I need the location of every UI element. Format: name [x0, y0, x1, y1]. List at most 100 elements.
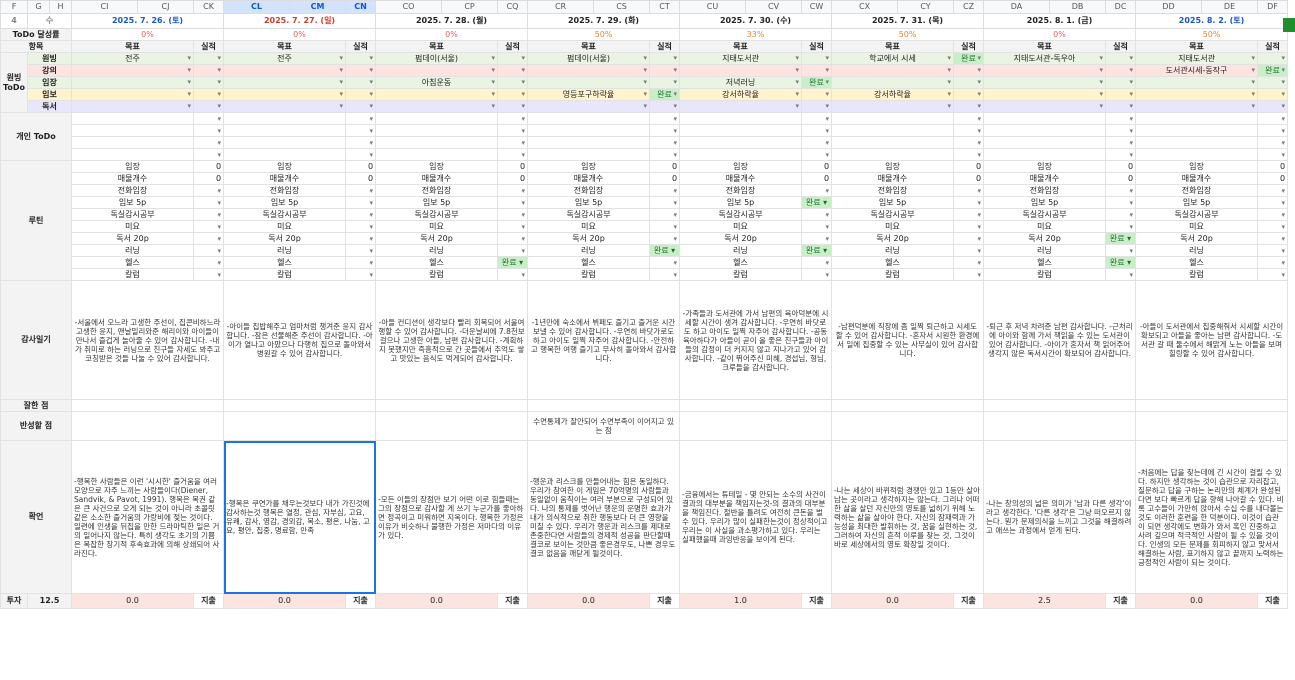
personal-goal-cell[interactable] — [375, 124, 499, 137]
result-dropdown[interactable]: ▾ — [193, 100, 225, 113]
invest-amount[interactable]: 0.0 — [375, 593, 499, 609]
personal-goal-cell[interactable] — [375, 112, 499, 125]
chevron-down-icon[interactable]: ▾ — [826, 54, 830, 64]
personal-goal-cell[interactable] — [983, 148, 1107, 161]
routine-result-dropdown[interactable]: ▾ — [497, 232, 529, 245]
column-letter[interactable]: CJ — [137, 0, 195, 14]
column-letter[interactable]: DC — [1105, 0, 1137, 14]
goal-dropdown[interactable]: ▾ — [831, 100, 955, 113]
affirmation-entry[interactable]: -모든 이들의 장점만 보기 어떤 이로 힘들때는 그의 장점으로 감사할 게 … — [375, 440, 529, 594]
column-letter[interactable]: CO — [375, 0, 443, 14]
chevron-down-icon[interactable]: ▾ — [796, 78, 800, 88]
chevron-down-icon[interactable]: ▾ — [826, 90, 830, 100]
personal-result-dropdown[interactable]: ▾ — [193, 124, 225, 137]
chevron-down-icon[interactable]: ▾ — [978, 78, 982, 88]
chevron-down-icon[interactable]: ▾ — [978, 54, 982, 64]
goal-dropdown[interactable]: 전주 ▾ — [223, 52, 347, 65]
column-letter[interactable]: G — [27, 0, 51, 14]
routine-result-dropdown[interactable]: ▾ — [649, 256, 681, 269]
goal-dropdown[interactable]: ▾ — [831, 76, 955, 89]
invest-amount[interactable]: 0.0 — [831, 593, 955, 609]
personal-result-dropdown[interactable]: ▾ — [1105, 148, 1137, 161]
chevron-down-icon[interactable]: ▾ — [218, 102, 222, 112]
date-header[interactable]: 2025. 7. 31. (목) — [831, 13, 985, 29]
personal-result-dropdown[interactable]: ▾ — [1257, 136, 1289, 149]
gratitude-entry[interactable]: -퇴근 후 저녁 차려준 남편 감사합니다. -근처리에 아이와 함께 가서 책… — [983, 280, 1137, 400]
routine-result-dropdown[interactable]: ▾ — [1105, 184, 1137, 197]
goal-dropdown[interactable]: ▾ — [1135, 100, 1259, 113]
chevron-down-icon[interactable]: ▾ — [1252, 66, 1256, 76]
chevron-down-icon[interactable]: ▾ — [340, 102, 344, 112]
chevron-down-icon[interactable]: ▾ — [492, 90, 496, 100]
column-letter[interactable]: CS — [593, 0, 651, 14]
routine-result-dropdown[interactable]: ▾ — [1257, 232, 1289, 245]
chevron-down-icon[interactable]: ▾ — [978, 90, 982, 100]
gratitude-entry[interactable]: -1년만에 숙소에서 뷔페도 즐기고 즐거운 시간 보낼 수 있어 감사합니다.… — [527, 280, 681, 400]
routine-count[interactable]: 0 — [649, 172, 681, 185]
date-header[interactable]: 2025. 7. 26. (토) — [71, 13, 225, 29]
routine-result-dropdown[interactable]: ▾ — [1257, 196, 1289, 209]
personal-goal-cell[interactable] — [1135, 112, 1259, 125]
chevron-down-icon[interactable]: ▾ — [674, 54, 678, 64]
reflect-entry[interactable] — [831, 411, 985, 441]
reflect-entry[interactable] — [71, 411, 225, 441]
personal-result-dropdown[interactable]: ▾ — [345, 136, 377, 149]
personal-result-dropdown[interactable]: ▾ — [953, 148, 985, 161]
personal-goal-cell[interactable] — [1135, 136, 1259, 149]
routine-result-dropdown[interactable]: ▾ — [953, 244, 985, 257]
date-header[interactable]: 2025. 7. 30. (수) — [679, 13, 833, 29]
routine-result-dropdown[interactable]: 완료 ▾ — [801, 196, 833, 209]
result-dropdown[interactable]: ▾ — [801, 88, 833, 101]
chevron-down-icon[interactable]: ▾ — [1100, 102, 1104, 112]
chevron-down-icon[interactable]: ▾ — [1282, 54, 1286, 64]
personal-goal-cell[interactable] — [71, 148, 195, 161]
goal-dropdown[interactable]: ▾ — [1135, 76, 1259, 89]
personal-result-dropdown[interactable]: ▾ — [953, 112, 985, 125]
chevron-down-icon[interactable]: ▾ — [492, 54, 496, 64]
gratitude-entry[interactable]: -서울에서 오느라 고생한 주선이, 집콘비하느라 고생한 윤지, 맨날밀리와준… — [71, 280, 225, 400]
column-letter[interactable]: DE — [1201, 0, 1259, 14]
routine-result-dropdown[interactable]: ▾ — [953, 232, 985, 245]
routine-result-dropdown[interactable]: ▾ — [345, 256, 377, 269]
goal-dropdown[interactable]: 영등포구하락율 ▾ — [527, 88, 651, 101]
good-point-entry[interactable] — [983, 399, 1137, 412]
gratitude-entry[interactable]: -아들 컨디션이 생각보다 빨리 회복되어 서울여행할 수 있어 감사합니다. … — [375, 280, 529, 400]
goal-dropdown[interactable]: 아침운동 ▾ — [375, 76, 499, 89]
chevron-down-icon[interactable]: ▾ — [370, 78, 374, 88]
routine-result-dropdown[interactable]: ▾ — [497, 184, 529, 197]
routine-result-dropdown[interactable]: ▾ — [649, 196, 681, 209]
good-point-entry[interactable] — [71, 399, 225, 412]
result-dropdown[interactable]: ▾ — [345, 100, 377, 113]
column-letter[interactable]: CN — [345, 0, 377, 14]
chevron-down-icon[interactable]: ▾ — [188, 90, 192, 100]
chevron-down-icon[interactable]: ▾ — [644, 78, 648, 88]
chevron-down-icon[interactable]: ▾ — [1252, 78, 1256, 88]
chevron-down-icon[interactable]: ▾ — [1252, 90, 1256, 100]
goal-dropdown[interactable]: ▾ — [71, 64, 195, 77]
routine-result-dropdown[interactable]: ▾ — [345, 220, 377, 233]
personal-result-dropdown[interactable]: ▾ — [345, 124, 377, 137]
routine-result-dropdown[interactable]: ▾ — [1105, 268, 1137, 281]
routine-count[interactable]: 0 — [953, 160, 985, 173]
chevron-down-icon[interactable]: ▾ — [522, 102, 526, 112]
goal-dropdown[interactable]: 학교에서 시세 ▾ — [831, 52, 955, 65]
goal-dropdown[interactable]: ▾ — [375, 64, 499, 77]
goal-dropdown[interactable]: 강서하락율 ▾ — [831, 88, 955, 101]
chevron-down-icon[interactable]: ▾ — [1282, 66, 1286, 76]
result-dropdown[interactable]: ▾ — [1105, 76, 1137, 89]
personal-result-dropdown[interactable]: ▾ — [953, 136, 985, 149]
personal-goal-cell[interactable] — [679, 124, 803, 137]
chevron-down-icon[interactable]: ▾ — [948, 66, 952, 76]
date-header[interactable]: 2025. 7. 29. (화) — [527, 13, 681, 29]
result-dropdown[interactable]: ▾ — [345, 88, 377, 101]
chevron-down-icon[interactable]: ▾ — [522, 78, 526, 88]
goal-dropdown[interactable]: ▾ — [983, 100, 1107, 113]
reflect-entry[interactable] — [679, 411, 833, 441]
goal-dropdown[interactable]: ▾ — [71, 76, 195, 89]
personal-result-dropdown[interactable]: ▾ — [193, 136, 225, 149]
result-dropdown[interactable]: ▾ — [345, 52, 377, 65]
result-dropdown[interactable]: ▾ — [1105, 88, 1137, 101]
goal-dropdown[interactable]: 지태도서관-독우아 ▾ — [983, 52, 1107, 65]
chevron-down-icon[interactable]: ▾ — [1282, 102, 1286, 112]
personal-goal-cell[interactable] — [831, 112, 955, 125]
